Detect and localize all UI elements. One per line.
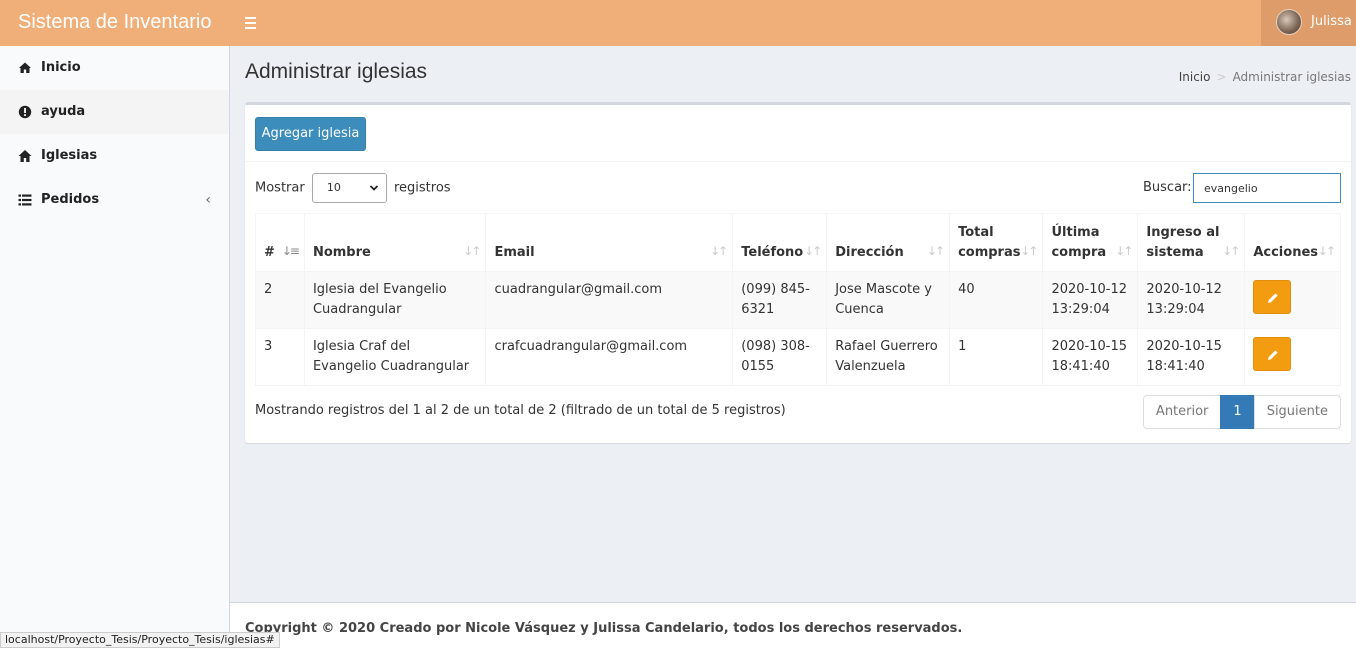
table-row: 2 Iglesia del Evangelio Cuadrangular cua… [255,271,1341,329]
column-header-direccion[interactable]: Dirección ↓↑ [826,213,951,272]
breadcrumb-home[interactable]: Inicio [1179,70,1211,84]
main-header: Sistema de Inventario Julissa [0,0,1356,46]
cell-num: 2 [255,271,305,329]
table-row: 3 Iglesia Craf del Evangelio Cuadrangula… [255,328,1341,386]
cell-ingreso: 2020-10-15 18:41:40 [1137,328,1246,386]
cell-email: cuadrangular@gmail.com [485,271,734,329]
exclamation-circle-icon [18,105,32,119]
cell-nombre: Iglesia del Evangelio Cuadrangular [303,271,487,329]
column-header-nombre[interactable]: Nombre ↓↑ [303,213,487,272]
page-size-value: 10 [326,181,341,194]
edit-button[interactable] [1253,280,1292,314]
sort-icon: ↓↑ [926,244,945,258]
sidebar-item-label: Iglesias [41,148,98,163]
column-header-acciones[interactable]: Acciones ↓↑ [1244,213,1341,272]
cell-telefono: (099) 845-6321 [732,271,828,329]
cell-ultima: 2020-10-15 18:41:40 [1042,328,1139,386]
sidebar-item-iglesias[interactable]: Iglesias [0,134,229,178]
sort-icon: ↓↑ [1317,244,1336,258]
pagination-page-1[interactable]: 1 [1220,395,1255,429]
cell-total: 1 [949,328,1044,386]
pencil-icon [1268,350,1278,360]
list-icon [18,194,32,206]
sort-icon: ↓↑ [463,244,481,258]
sidebar-item-label: ayuda [41,104,86,119]
sort-icon: ↓↑ [1020,244,1038,258]
home-small-icon [19,62,31,73]
chevron-left-icon: ‹ [205,192,211,208]
cell-direccion: Rafael Guerrero Valenzuela [826,328,951,386]
breadcrumb: Inicio > Administrar iglesias [1179,70,1351,84]
column-header-telefono[interactable]: Teléfono ↓↑ [732,213,828,272]
page-size-select[interactable]: 10 [311,173,387,203]
column-header-total[interactable]: Total compras ↓↑ [949,213,1044,272]
app-logo[interactable]: Sistema de Inventario [0,0,230,46]
pencil-icon [1268,293,1278,303]
cell-email: crafcuadrangular@gmail.com [485,328,734,386]
cell-nombre: Iglesia Craf del Evangelio Cuadrangular [303,328,487,386]
column-header-num[interactable]: # ↓≡ [255,213,305,272]
avatar [1276,9,1302,35]
cell-ultima: 2020-10-12 13:29:04 [1042,271,1139,329]
sidebar-toggle-icon[interactable] [240,12,262,34]
pagination-next[interactable]: Siguiente [1253,395,1341,429]
table-header-row: # ↓≡ Nombre ↓↑ Email ↓↑ Teléfono ↓↑ Direcció… [255,213,1341,272]
table-info: Mostrando registros del 1 al 2 de un tot… [255,403,786,418]
sort-asc-icon: ↓≡ [281,244,300,258]
sidebar-item-label: Pedidos [41,192,100,207]
page-title: Administrar iglesias [245,60,428,83]
add-church-button[interactable]: Agregar iglesia [255,117,366,151]
search-label: Buscar: [1143,180,1192,195]
content-box: Agregar iglesia Mostrar 10 registros Bus… [245,102,1351,443]
footer-copyright: Copyright © 2020 Creado por Nicole Vásqu… [245,621,963,636]
sort-icon: ↓↑ [1222,244,1240,258]
sort-icon: ↓↑ [1115,244,1133,258]
churches-table: # ↓≡ Nombre ↓↑ Email ↓↑ Teléfono ↓↑ Direcció… [255,213,1341,386]
footer: Copyright © 2020 Creado por Nicole Vásqu… [230,602,1356,648]
breadcrumb-separator: > [1216,70,1227,84]
box-header: Agregar iglesia [245,105,1351,162]
user-name: Julissa [1311,14,1352,29]
home-icon [18,150,32,162]
cell-acciones [1244,271,1341,329]
search-input[interactable] [1193,173,1341,203]
cell-acciones [1244,328,1341,386]
edit-button[interactable] [1253,337,1292,371]
show-label: Mostrar [255,180,305,196]
column-header-email[interactable]: Email ↓↑ [485,213,734,272]
chevron-down-icon [369,174,379,214]
column-header-ingreso[interactable]: Ingreso al sistema ↓↑ [1137,213,1246,272]
column-header-ultima[interactable]: Última compra ↓↑ [1042,213,1139,272]
sort-icon: ↓↑ [804,244,822,258]
pagination: Anterior 1 Siguiente [1142,395,1341,429]
sidebar-item-ayuda[interactable]: ayuda [0,90,229,134]
page-length-control: Mostrar 10 registros [255,173,451,203]
user-menu[interactable]: Julissa [1261,0,1356,46]
status-bar-url: localhost/Proyecto_Tesis/Proyecto_Tesis/… [0,632,280,648]
cell-num: 3 [255,328,305,386]
cell-total: 40 [949,271,1044,329]
cell-ingreso: 2020-10-12 13:29:04 [1137,271,1246,329]
cell-telefono: (098) 308-0155 [732,328,828,386]
sidebar-item-label: Inicio [41,60,81,75]
sidebar: Inicio ayuda Iglesias Pedidos ‹ [0,46,230,648]
sort-icon: ↓↑ [710,244,728,258]
pagination-previous[interactable]: Anterior [1142,395,1222,429]
cell-direccion: Jose Mascote y Cuenca [826,271,951,329]
records-label: registros [393,180,451,196]
sidebar-item-pedidos[interactable]: Pedidos ‹ [0,178,229,222]
breadcrumb-current: Administrar iglesias [1232,70,1351,84]
sidebar-item-inicio[interactable]: Inicio [0,46,229,90]
